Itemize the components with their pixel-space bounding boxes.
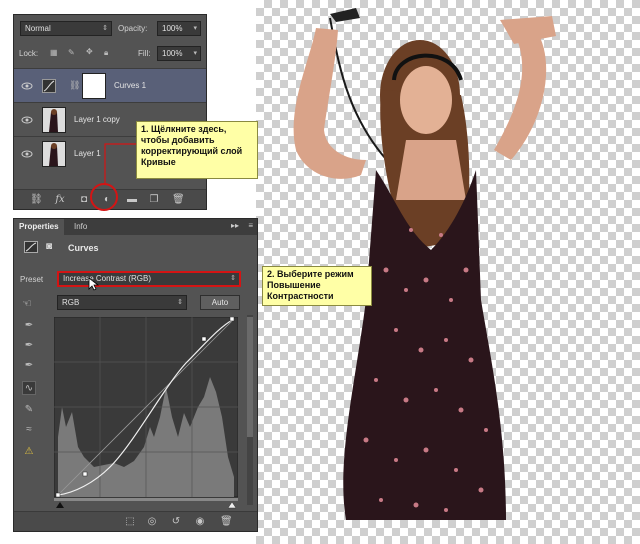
properties-panel: Properties Info ▸▸ ≡ ◙ Curves Preset Inc… [13,218,258,532]
curve-point[interactable] [82,471,88,477]
mouse-cursor-icon [88,277,100,291]
eyedropper-white-icon[interactable]: ✒ [22,359,36,373]
curve-point[interactable] [229,317,235,322]
preset-label: Preset [20,275,44,284]
chain-link-icon: ⛓︎ [69,80,81,90]
curve-point[interactable] [201,336,207,342]
chevron-updown-icon: ⇕ [177,299,183,306]
callout-connector [104,143,138,184]
fx-icon[interactable]: fx [54,194,66,206]
layer-row-curves[interactable]: ⛓︎ Curves 1 [14,68,206,102]
lock-move-icon[interactable]: ✥ [86,47,93,56]
trash-icon[interactable]: 🗑︎ [172,194,185,206]
callout-step1: 1. Щёлкните здесь, чтобы добавить коррек… [136,121,258,179]
chevron-updown-icon: ⇕ [102,25,108,32]
lock-all-icon[interactable]: 🔒︎ [104,48,108,58]
channel-select[interactable]: RGB ⇕ [57,295,187,310]
auto-button[interactable]: Auto [200,295,240,310]
pencil-draw-icon[interactable]: ✎ [22,403,36,417]
auto-button-label: Auto [211,298,229,307]
fill-field[interactable]: 100% ▾ [157,46,201,61]
mask-icon[interactable]: ◘ [78,194,90,206]
highlight-ring [90,183,118,211]
view-previous-icon[interactable]: ◎ [146,516,158,528]
scrollbar-thumb[interactable] [247,317,253,437]
chevron-down-icon: ▾ [193,25,197,32]
curve-point[interactable] [55,492,61,498]
callout-step2: 2. Выберите режим Повышение Контрастност… [262,266,372,306]
reset-icon[interactable]: ↺ [170,516,182,528]
lock-transparent-icon[interactable]: ▦ [50,48,58,57]
opacity-field[interactable]: 100% ▾ [157,21,201,36]
new-layer-icon[interactable]: ❐ [148,194,160,206]
curves-graph[interactable] [54,317,238,503]
clip-to-layer-icon[interactable]: ⬚ [124,516,136,528]
collapse-icon[interactable]: ▸▸ [231,221,239,230]
smooth-curve-icon[interactable]: ≈ [22,423,36,437]
fill-value: 100% [162,49,183,58]
properties-bottom-toolbar: ⬚ ◎ ↺ ◉ 🗑︎ [14,511,257,531]
visibility-eye-icon[interactable]: ◉ [194,516,206,528]
layer-name: Layer 1 [74,149,101,158]
properties-tabs: Properties Info ▸▸ ≡ [14,219,257,235]
link-icon[interactable]: ⛓︎ [30,194,43,206]
visibility-eye-icon[interactable] [21,80,33,92]
callout-step2-text: 2. Выберите режим Повышение Контрастност… [267,269,354,301]
figure-thumbnail-icon [49,143,58,166]
layer-thumbnail [42,141,66,167]
channel-value: RGB [62,298,80,307]
opacity-label: Opacity: [118,24,148,33]
layer-thumbnail [42,107,66,133]
chevron-updown-icon: ⇕ [230,275,236,282]
lock-label: Lock: [19,49,39,58]
target-adjust-hand-icon[interactable]: ☜ [22,297,32,310]
curve-points-tool-icon[interactable]: ∿ [22,381,36,395]
opacity-value: 100% [162,24,183,33]
blend-mode-value: Normal [25,24,51,33]
preset-select[interactable]: Increase Contrast (RGB) ⇕ [57,271,241,287]
callout-step1-text: 1. Щёлкните здесь, чтобы добавить коррек… [141,124,243,167]
tab-info[interactable]: Info [69,219,92,235]
tab-properties[interactable]: Properties [14,219,64,235]
lock-paint-icon[interactable]: ✎ [68,48,75,57]
trash-icon[interactable]: 🗑︎ [220,516,233,528]
adjustment-title: Curves [68,243,99,253]
blend-mode-select[interactable]: Normal ⇕ [20,21,112,36]
clipping-warning-icon[interactable]: ⚠ [22,445,36,459]
visibility-eye-icon[interactable] [21,148,33,160]
preset-value: Increase Contrast (RGB) [63,274,152,283]
layer-mask-thumbnail[interactable] [82,73,106,99]
layer-name: Layer 1 copy [74,115,120,124]
eyedropper-gray-icon[interactable]: ✒ [22,339,36,353]
fill-label: Fill: [138,49,151,58]
curves-adjustment-icon [42,79,56,93]
layer-name: Curves 1 [114,81,147,90]
curves-adjustment-icon [24,241,38,253]
scrollbar[interactable] [247,315,253,505]
chevron-down-icon: ▾ [193,50,197,57]
input-slider[interactable] [54,501,238,509]
mask-icon[interactable]: ◙ [46,241,52,252]
folder-icon[interactable]: ▬ [126,194,138,206]
eyedropper-black-icon[interactable]: ✒ [22,319,36,333]
visibility-eye-icon[interactable] [21,114,33,126]
panel-menu-icon[interactable]: ≡ [248,221,253,230]
figure-thumbnail-icon [49,109,58,132]
